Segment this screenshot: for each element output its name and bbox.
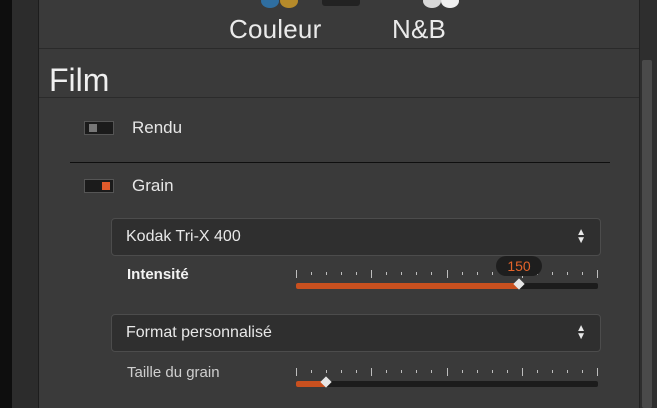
intensity-slider[interactable]: 150 bbox=[296, 256, 598, 300]
slider-tick bbox=[416, 272, 417, 275]
window-left-edge bbox=[0, 0, 12, 408]
grain-label: Grain bbox=[132, 176, 174, 195]
slider-tick bbox=[431, 370, 432, 373]
intensity-label: Intensité bbox=[127, 266, 189, 283]
slider-tick bbox=[552, 272, 553, 275]
film-select[interactable]: Kodak Tri-X 400 ▲ ▼ bbox=[111, 218, 601, 256]
color-mode-icon-accent[interactable] bbox=[280, 0, 298, 8]
slider-ticks bbox=[296, 270, 598, 280]
updown-arrows-icon: ▲ ▼ bbox=[576, 227, 586, 246]
toggle-knob-icon bbox=[89, 124, 97, 132]
slider-tick bbox=[341, 370, 342, 373]
slider-tick bbox=[356, 272, 357, 275]
mode-bw-label[interactable]: N&B bbox=[392, 14, 446, 45]
rendu-toggle[interactable] bbox=[84, 121, 114, 135]
section-divider bbox=[39, 97, 639, 98]
slider-tick bbox=[447, 270, 448, 278]
slider-tick bbox=[326, 272, 327, 275]
mode-toggle[interactable] bbox=[322, 0, 360, 6]
slider-tick bbox=[567, 272, 568, 275]
slider-tick bbox=[462, 272, 463, 275]
slider-tick bbox=[326, 370, 327, 373]
slider-tick bbox=[296, 368, 297, 376]
slider-tick bbox=[567, 370, 568, 373]
section-title: Film bbox=[49, 62, 110, 98]
slider-tick bbox=[507, 370, 508, 373]
slider-tick bbox=[537, 370, 538, 373]
slider-tick bbox=[447, 368, 448, 376]
slider-tick bbox=[371, 368, 372, 376]
bw-mode-icon-accent[interactable] bbox=[441, 0, 459, 8]
format-select[interactable]: Format personnalisé ▲ ▼ bbox=[111, 314, 601, 352]
slider-tick bbox=[431, 272, 432, 275]
mode-color-label[interactable]: Couleur bbox=[229, 14, 321, 45]
slider-tick bbox=[341, 272, 342, 275]
grain-toggle[interactable] bbox=[84, 179, 114, 193]
slider-ticks bbox=[296, 368, 598, 378]
toggle-knob-icon bbox=[102, 182, 110, 190]
slider-track[interactable] bbox=[296, 381, 598, 387]
format-select-value: Format personnalisé bbox=[126, 324, 272, 341]
slider-tick bbox=[416, 370, 417, 373]
grain-size-label: Taille du grain bbox=[127, 364, 220, 381]
slider-tick bbox=[401, 370, 402, 373]
slider-tick bbox=[492, 272, 493, 275]
scrollbar-thumb[interactable] bbox=[642, 60, 652, 408]
slider-tick bbox=[597, 368, 598, 376]
slider-tick bbox=[356, 370, 357, 373]
color-mode-icon[interactable] bbox=[261, 0, 279, 8]
mode-selector: Couleur N&B bbox=[39, 0, 639, 49]
sidebar-strip bbox=[12, 0, 39, 408]
slider-tick bbox=[477, 272, 478, 275]
slider-tick bbox=[386, 370, 387, 373]
intensity-value: 150 bbox=[496, 256, 542, 276]
slider-tick bbox=[597, 270, 598, 278]
grain-size-slider[interactable] bbox=[296, 368, 598, 398]
slider-fill bbox=[296, 283, 519, 289]
grain-row[interactable]: Grain bbox=[84, 174, 174, 198]
slider-tick bbox=[296, 270, 297, 278]
slider-tick bbox=[462, 370, 463, 373]
slider-tick bbox=[311, 370, 312, 373]
slider-tick bbox=[401, 272, 402, 275]
slider-tick bbox=[492, 370, 493, 373]
updown-arrows-icon: ▲ ▼ bbox=[576, 323, 586, 342]
slider-tick bbox=[582, 370, 583, 373]
slider-tick bbox=[522, 368, 523, 376]
slider-tick bbox=[371, 270, 372, 278]
slider-tick bbox=[582, 272, 583, 275]
slider-tick bbox=[477, 370, 478, 373]
rendu-row[interactable]: Rendu bbox=[84, 116, 182, 140]
film-select-value: Kodak Tri-X 400 bbox=[126, 228, 241, 245]
slider-tick bbox=[311, 272, 312, 275]
rendu-label: Rendu bbox=[132, 118, 183, 137]
item-divider bbox=[70, 162, 610, 163]
slider-tick bbox=[386, 272, 387, 275]
bw-mode-icon[interactable] bbox=[423, 0, 441, 8]
slider-tick bbox=[552, 370, 553, 373]
